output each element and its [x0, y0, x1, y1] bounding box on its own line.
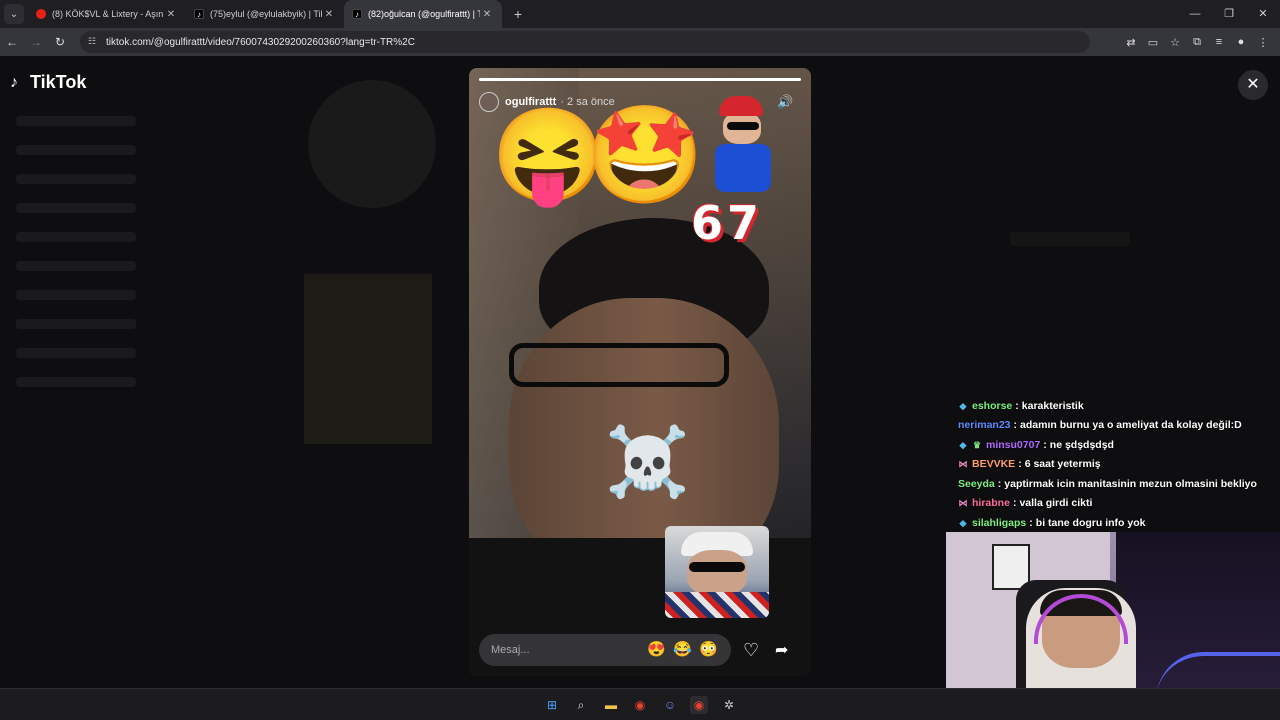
heart-eyes-reaction[interactable]: 😍 — [647, 642, 666, 657]
tab-tiktok-ogulcan[interactable]: ♪ (82)oğulcan (@ogulfirattt) | TikTok ✕ — [344, 0, 502, 28]
chat-text: ne şdşdşdşd — [1049, 438, 1114, 451]
install-app-icon[interactable]: ▭ — [1142, 36, 1164, 49]
restore-icon[interactable]: ❐ — [1212, 0, 1246, 28]
address-bar[interactable]: ☷ tiktok.com/@ogulfirattt/video/76007430… — [80, 31, 1090, 53]
browser-tab-bar: ⌄ (8) KÖK$VL & Lixtery - Aşın Tar ✕ ♪ (7… — [0, 0, 1280, 28]
skull-crossbones-emoji-sticker: ☠️ — [605, 424, 690, 500]
chat-text: 6 saat yetermiş — [1024, 458, 1101, 471]
screen: ⌄ (8) KÖK$VL & Lixtery - Aşın Tar ✕ ♪ (7… — [0, 0, 1280, 720]
chat-message: ⋈ hirabne : valla girdi cikti — [958, 497, 1093, 510]
site-info-icon[interactable]: ☷ — [88, 36, 100, 48]
close-window-icon[interactable]: ✕ — [1246, 0, 1280, 28]
like-heart-icon[interactable]: ♡ — [743, 640, 759, 661]
chat-text: adamın burnu ya o ameliyat da kolay deği… — [1020, 419, 1242, 432]
toolbar-right: ⇄ ▭ ☆ ⧉ ≡ ● ⋮ — [1120, 28, 1274, 56]
search-icon[interactable]: ⌕ — [572, 696, 590, 714]
tab-title: (8) KÖK$VL & Lixtery - Aşın Tar — [52, 9, 164, 19]
chrome-active-icon[interactable]: ◉ — [690, 696, 708, 714]
youtube-icon — [36, 9, 46, 19]
tab-close-icon[interactable]: ✕ — [164, 9, 178, 20]
dimmed-video-thumbnail — [304, 274, 432, 444]
tiktok-logo[interactable]: ♪ TikTok — [10, 72, 86, 93]
cube-badge-icon: ◆ — [959, 439, 967, 450]
share-icon[interactable]: ➦ — [775, 640, 788, 660]
close-viewer-button[interactable]: ✕ — [1238, 70, 1268, 100]
tiktok-icon: ♪ — [352, 9, 362, 19]
tiktok-icon: ♪ — [194, 9, 204, 19]
story-viewer[interactable]: ogulfirattt · 2 sa önce 🔊 😝 🤩 67 ☠️ Mesa… — [469, 68, 811, 676]
meme-sticker — [665, 526, 769, 618]
mario-sticker — [705, 96, 785, 196]
flushed-reaction[interactable]: 😳 — [699, 642, 718, 657]
story-progress-bar — [479, 78, 801, 81]
chat-username: BEVVKE — [972, 458, 1016, 471]
tab-title: (75)eylul (@eylulakbyik) | TikTok — [210, 9, 322, 19]
chat-message: Seeyda : yaptirmak icin manitasinin mezu… — [958, 477, 1257, 490]
chat-username: minsu0707 — [986, 438, 1041, 451]
chat-text: karakteristik — [1021, 399, 1084, 412]
chat-username: eshorse — [972, 399, 1013, 412]
app-icon[interactable]: ✲ — [720, 696, 738, 714]
chat-text: yaptirmak icin manitasinin mezun olmasin… — [1004, 477, 1257, 490]
chrome-icon[interactable]: ◉ — [631, 696, 649, 714]
stream-chat: ◆ eshorse : karakteristik neriman23 : ad… — [958, 396, 1276, 533]
extensions-icon[interactable]: ⧉ — [1186, 36, 1208, 49]
tab-close-icon[interactable]: ✕ — [480, 9, 494, 20]
tab-tiktok-eylul[interactable]: ♪ (75)eylul (@eylulakbyik) | TikTok ✕ — [186, 0, 344, 28]
back-icon[interactable]: ← — [0, 35, 24, 49]
story-person-glasses — [509, 343, 729, 387]
dimmed-header-block — [1010, 232, 1130, 246]
message-placeholder: Mesaj... — [491, 644, 530, 656]
minimize-icon[interactable]: — — [1178, 0, 1212, 28]
cube-badge-icon: ◆ — [959, 517, 967, 528]
url-text: tiktok.com/@ogulfirattt/video/7600743029… — [106, 36, 415, 48]
bow-badge-icon: ⋈ — [958, 498, 968, 509]
number-sticker: 67 — [691, 196, 764, 250]
message-input[interactable]: Mesaj... 😍 😂 😳 — [479, 634, 731, 666]
tiktok-note-icon: ♪ — [10, 73, 18, 91]
menu-kebab-icon[interactable]: ⋮ — [1252, 36, 1274, 49]
chat-message: ⋈ BEVVKE : 6 saat yetermiş — [958, 458, 1101, 471]
bookmark-star-icon[interactable]: ☆ — [1164, 36, 1186, 49]
tab-search-icon[interactable]: ⌄ — [4, 4, 24, 24]
translate-icon[interactable]: ⇄ — [1120, 36, 1142, 49]
chat-text: bi tane dogru info yok — [1035, 516, 1146, 529]
new-tab-button[interactable]: + — [508, 6, 528, 22]
chat-username: silahligaps — [972, 516, 1027, 529]
forward-icon[interactable]: → — [24, 35, 48, 49]
windows-taskbar: ⊞ ⌕ ▬ ◉ ☺ ◉ ✲ — [0, 688, 1280, 720]
window-controls: — ❐ ✕ — [1178, 0, 1280, 28]
bow-badge-icon: ⋈ — [958, 459, 968, 470]
browser-toolbar: ← → ↻ ☷ tiktok.com/@ogulfirattt/video/76… — [0, 28, 1280, 56]
logo-text: TikTok — [30, 72, 87, 92]
windows-start-icon[interactable]: ⊞ — [543, 696, 561, 714]
chat-message: ◆ eshorse : karakteristik — [959, 399, 1084, 412]
chat-username: Seeyda — [958, 477, 995, 490]
chat-text: valla girdi cikti — [1019, 497, 1093, 510]
shield-badge-icon: ♛ — [972, 439, 982, 450]
profile-avatar-icon[interactable]: ● — [1230, 36, 1252, 48]
laughing-reaction[interactable]: 😂 — [673, 642, 692, 657]
cube-badge-icon: ◆ — [959, 400, 967, 411]
tab-youtube[interactable]: (8) KÖK$VL & Lixtery - Aşın Tar ✕ — [28, 0, 186, 28]
tab-title: (82)oğulcan (@ogulfirattt) | TikTok — [368, 9, 480, 19]
dimmed-sidebar — [16, 116, 136, 406]
tab-close-icon[interactable]: ✕ — [322, 9, 336, 20]
chat-username: hirabne — [972, 497, 1010, 510]
reload-icon[interactable]: ↻ — [48, 35, 72, 49]
chat-message: ◆ silahligaps : bi tane dogru info yok — [959, 516, 1146, 529]
chat-username: neriman23 — [958, 419, 1011, 432]
media-controls-icon[interactable]: ≡ — [1208, 36, 1230, 48]
file-explorer-icon[interactable]: ▬ — [602, 696, 620, 714]
dimmed-profile-avatar — [308, 80, 436, 208]
discord-icon[interactable]: ☺ — [661, 696, 679, 714]
star-struck-emoji-sticker: 🤩 — [585, 102, 705, 209]
chat-message: neriman23 : adamın burnu ya o ameliyat d… — [958, 419, 1242, 432]
chat-message: ◆ ♛ minsu0707 : ne şdşdşdşd — [959, 438, 1114, 451]
